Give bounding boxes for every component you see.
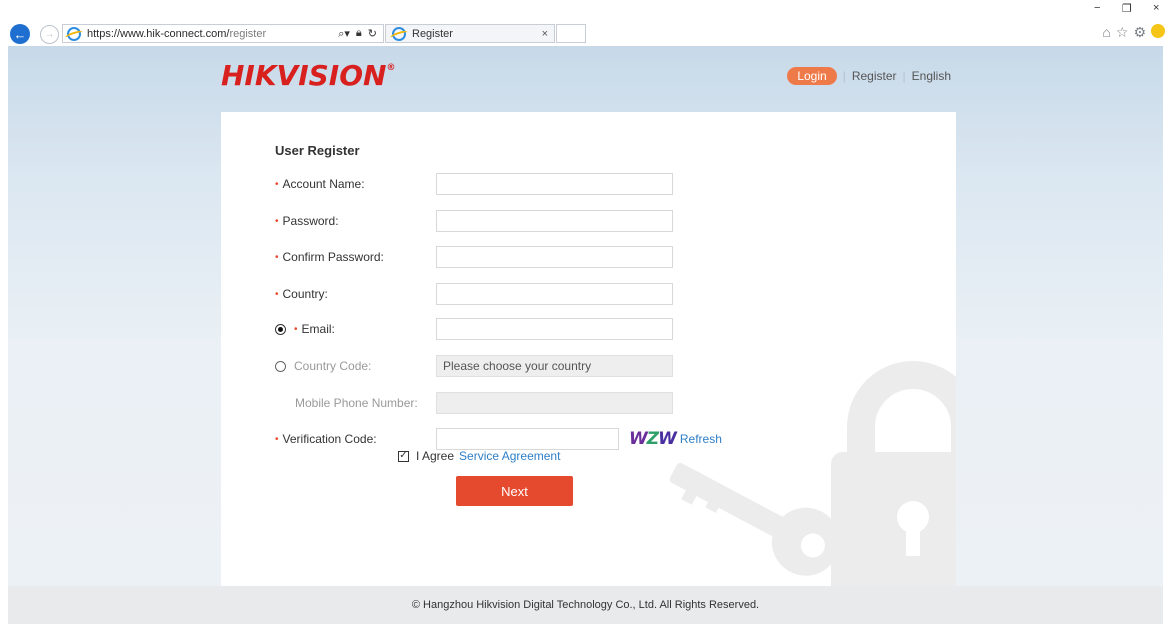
next-button[interactable]: Next bbox=[456, 476, 573, 506]
back-arrow-icon[interactable]: ← bbox=[10, 24, 30, 44]
password-input[interactable] bbox=[436, 210, 673, 232]
tab-register[interactable]: Register × bbox=[385, 24, 555, 43]
password-label-text: Password: bbox=[282, 214, 339, 228]
tab-close-icon[interactable]: × bbox=[542, 28, 548, 40]
smiley-icon[interactable] bbox=[1151, 24, 1165, 38]
url-host: https://www.hik-connect.com/ bbox=[87, 27, 230, 40]
email-label-text: Email: bbox=[301, 322, 335, 336]
search-icon[interactable]: ⌕▾ bbox=[338, 27, 350, 41]
logo[interactable]: HIKVISION® bbox=[221, 59, 395, 92]
top-nav: Login | Register | English bbox=[787, 67, 951, 85]
restore-icon[interactable]: ❐ bbox=[1122, 2, 1132, 15]
captcha-image[interactable]: WZW bbox=[629, 429, 677, 449]
page: HIKVISION® Login | Register | English Us… bbox=[8, 46, 1163, 624]
account-name-input[interactable] bbox=[436, 173, 673, 195]
language-link[interactable]: English bbox=[912, 69, 951, 83]
scrollbar[interactable] bbox=[1163, 46, 1171, 624]
nav-separator: | bbox=[902, 69, 906, 83]
logo-registered-mark: ® bbox=[386, 63, 396, 73]
tab-ie-icon bbox=[392, 26, 406, 41]
url-path: register bbox=[229, 27, 267, 40]
star-icon[interactable]: ☆ bbox=[1116, 24, 1129, 41]
verification-row: • Verification Code: WZW Refresh bbox=[275, 428, 722, 450]
email-label: • Email: bbox=[275, 322, 435, 336]
register-link[interactable]: Register bbox=[852, 69, 897, 83]
address-url[interactable]: https://www.hik-connect.com/register bbox=[87, 28, 338, 40]
email-input[interactable] bbox=[436, 318, 673, 340]
account-name-row: • Account Name: bbox=[275, 173, 673, 195]
logo-text: HIKVISION bbox=[221, 59, 387, 92]
confirm-password-label: • Confirm Password: bbox=[275, 250, 435, 264]
gear-icon[interactable]: ⚙ bbox=[1133, 24, 1146, 41]
account-name-label-text: Account Name: bbox=[282, 177, 365, 191]
agree-checkbox[interactable]: ✓ bbox=[398, 450, 409, 462]
padlock-key-illustration bbox=[669, 361, 956, 586]
form-title: User Register bbox=[275, 143, 360, 158]
country-code-label: Country Code: bbox=[275, 359, 435, 373]
required-mark: • bbox=[275, 251, 279, 263]
mobile-row: Mobile Phone Number: bbox=[275, 392, 673, 414]
required-mark: • bbox=[275, 433, 279, 445]
verification-label: • Verification Code: bbox=[275, 432, 435, 446]
required-mark: • bbox=[275, 215, 279, 227]
country-code-field: Please choose your country bbox=[436, 355, 673, 377]
home-icon[interactable]: ⌂ bbox=[1102, 24, 1110, 41]
footer-copyright: © Hangzhou Hikvision Digital Technology … bbox=[8, 586, 1163, 624]
country-label: • Country: bbox=[275, 287, 435, 301]
mobile-input bbox=[436, 392, 673, 414]
refresh-icon[interactable]: ↻ bbox=[368, 27, 377, 40]
forward-arrow-icon[interactable]: → bbox=[40, 25, 59, 44]
account-name-label: • Account Name: bbox=[275, 177, 435, 191]
minimize-icon[interactable]: − bbox=[1094, 2, 1100, 14]
verification-input[interactable] bbox=[436, 428, 619, 450]
phone-radio[interactable] bbox=[275, 360, 286, 372]
agreement-row: ✓ I Agree Service Agreement bbox=[398, 449, 560, 463]
verification-label-text: Verification Code: bbox=[282, 432, 377, 446]
country-label-text: Country: bbox=[282, 287, 328, 301]
email-radio[interactable] bbox=[275, 323, 286, 335]
service-agreement-link[interactable]: Service Agreement bbox=[459, 449, 560, 463]
login-button[interactable]: Login bbox=[787, 67, 837, 85]
browser-toolbar: ⌂ ☆ ⚙ bbox=[1102, 24, 1165, 41]
email-row: • Email: bbox=[275, 318, 673, 340]
window-close-icon[interactable]: × bbox=[1153, 2, 1159, 14]
captcha-char: W bbox=[629, 429, 648, 449]
browser-chrome: ← → https://www.hik-connect.com/register… bbox=[0, 0, 1171, 46]
captcha-char: Z bbox=[646, 429, 659, 449]
required-mark: • bbox=[275, 288, 279, 300]
tab-title: Register bbox=[412, 27, 453, 40]
refresh-captcha-link[interactable]: Refresh bbox=[680, 432, 722, 446]
address-tools: ⌕▾ 🔒︎ ↻ bbox=[338, 27, 377, 41]
ie-icon bbox=[67, 26, 81, 41]
confirm-password-label-text: Confirm Password: bbox=[282, 250, 384, 264]
password-label: • Password: bbox=[275, 214, 435, 228]
register-card: User Register • Account Name: • Password: … bbox=[221, 112, 956, 586]
lock-icon[interactable]: 🔒︎ bbox=[356, 27, 362, 40]
password-row: • Password: bbox=[275, 210, 673, 232]
agree-text: I Agree bbox=[416, 449, 455, 463]
confirm-password-row: • Confirm Password: bbox=[275, 246, 673, 268]
required-mark: • bbox=[275, 178, 279, 190]
required-mark: • bbox=[294, 323, 298, 335]
new-tab-button[interactable] bbox=[556, 24, 586, 43]
captcha-char: W bbox=[658, 429, 677, 449]
address-bar[interactable]: https://www.hik-connect.com/register ⌕▾ … bbox=[62, 24, 384, 43]
confirm-password-input[interactable] bbox=[436, 246, 673, 268]
country-code-row: Country Code: Please choose your country bbox=[275, 355, 673, 377]
country-row: • Country: bbox=[275, 283, 673, 305]
nav-separator: | bbox=[842, 69, 846, 83]
country-input[interactable] bbox=[436, 283, 673, 305]
mobile-label: Mobile Phone Number: bbox=[295, 396, 418, 410]
country-code-label-text: Country Code: bbox=[294, 359, 372, 373]
